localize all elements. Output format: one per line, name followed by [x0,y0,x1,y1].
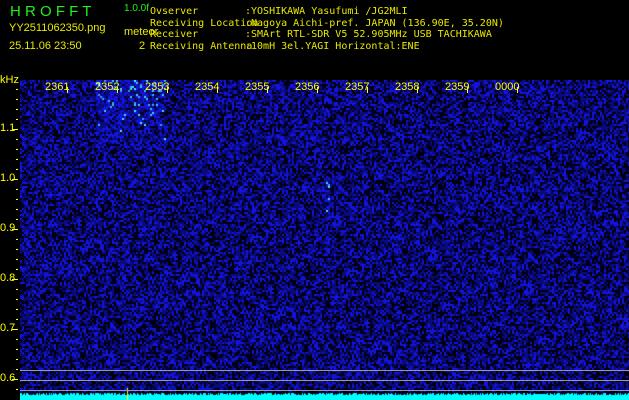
y-minor-tick [16,239,18,240]
y-minor-tick [16,379,18,380]
y-minor-tick [16,299,18,300]
info-value: :Nagoya Aichi-pref. JAPAN (136.90E, 35.2… [245,17,504,29]
y-minor-tick [16,199,18,200]
y-tick-label: 1.0 [0,172,16,184]
x-tick [367,87,368,93]
filename-label: YY2511062350.png [9,22,106,34]
y-minor-tick [16,259,18,260]
x-tick [67,87,68,93]
y-tick-label: 0.6 [0,372,16,384]
y-minor-tick [16,269,18,270]
x-tick [267,87,268,93]
info-label: Receiving Location [150,17,259,29]
y-minor-tick [16,119,18,120]
reference-line [20,370,629,371]
datetime-label: 25.11.06 23:50 [9,40,82,52]
y-minor-tick [16,289,18,290]
y-tick-label: 0.9 [0,222,16,234]
y-minor-tick [16,129,18,130]
info-value: :10mH 3el.YAGI Horizontal:ENE [245,40,420,52]
y-minor-tick [16,279,18,280]
y-tick-label: 0.8 [0,272,16,284]
y-minor-tick [16,159,18,160]
y-minor-tick [16,309,18,310]
x-tick-label: 2359 [445,81,470,93]
x-tick [167,87,168,93]
y-minor-tick [16,369,18,370]
y-minor-tick [16,179,18,180]
y-minor-tick [16,219,18,220]
x-tick-label: 2358 [395,81,420,93]
info-value: :YOSHIKAWA Yasufumi /JG2MLI [245,6,408,17]
y-minor-tick [16,389,18,390]
info-label: Receiving Antenna [150,40,253,52]
version-label: 1.0.0f [124,3,150,14]
y-minor-tick [16,209,18,210]
x-tick-label: 2352 [95,81,120,93]
y-minor-tick [16,109,18,110]
x-tick [467,87,468,93]
y-minor-tick [16,329,18,330]
info-label: Receiver [150,29,199,40]
y-minor-tick [16,249,18,250]
y-minor-tick [16,189,18,190]
y-minor-tick [16,89,18,90]
y-minor-tick [16,169,18,170]
reference-line [20,380,629,381]
info-value: :SMArt RTL-SDR V5 52.905MHz USB TACHIKAW… [245,29,492,40]
y-minor-tick [16,349,18,350]
meteor-count: 2 [139,40,146,52]
x-tick [317,87,318,93]
y-minor-tick [16,99,18,100]
y-minor-tick [16,139,18,140]
x-tick-label: 0000 [495,81,520,93]
x-tick-label: 2355 [245,81,270,93]
y-tick-label: 1.1 [0,122,16,134]
y-minor-tick [16,319,18,320]
y-minor-tick [16,339,18,340]
y-minor-tick [16,229,18,230]
x-tick-label: 2356 [295,81,320,93]
reference-line [20,390,629,391]
x-tick-label: 2361 [45,81,70,93]
y-minor-tick [16,359,18,360]
x-tick-label: 2353 [145,81,170,93]
app-title: H R O F F T [10,3,92,20]
x-tick-label: 2357 [345,81,370,93]
info-values: :YOSHIKAWA Yasufumi /JG2MLI:Nagoya Aichi… [245,6,504,52]
info-labels: Ovserver Receiving Location Receiver Receiv… [150,6,258,52]
x-tick [517,87,518,93]
y-axis-unit: kHz [0,74,19,86]
x-tick [417,87,418,93]
y-minor-tick [16,149,18,150]
y-tick-label: 0.7 [0,322,16,334]
info-label: Ovserver [150,6,199,17]
waterfall-spectrogram [20,80,629,400]
x-tick [217,87,218,93]
x-tick [117,87,118,93]
x-tick-label: 2354 [195,81,220,93]
